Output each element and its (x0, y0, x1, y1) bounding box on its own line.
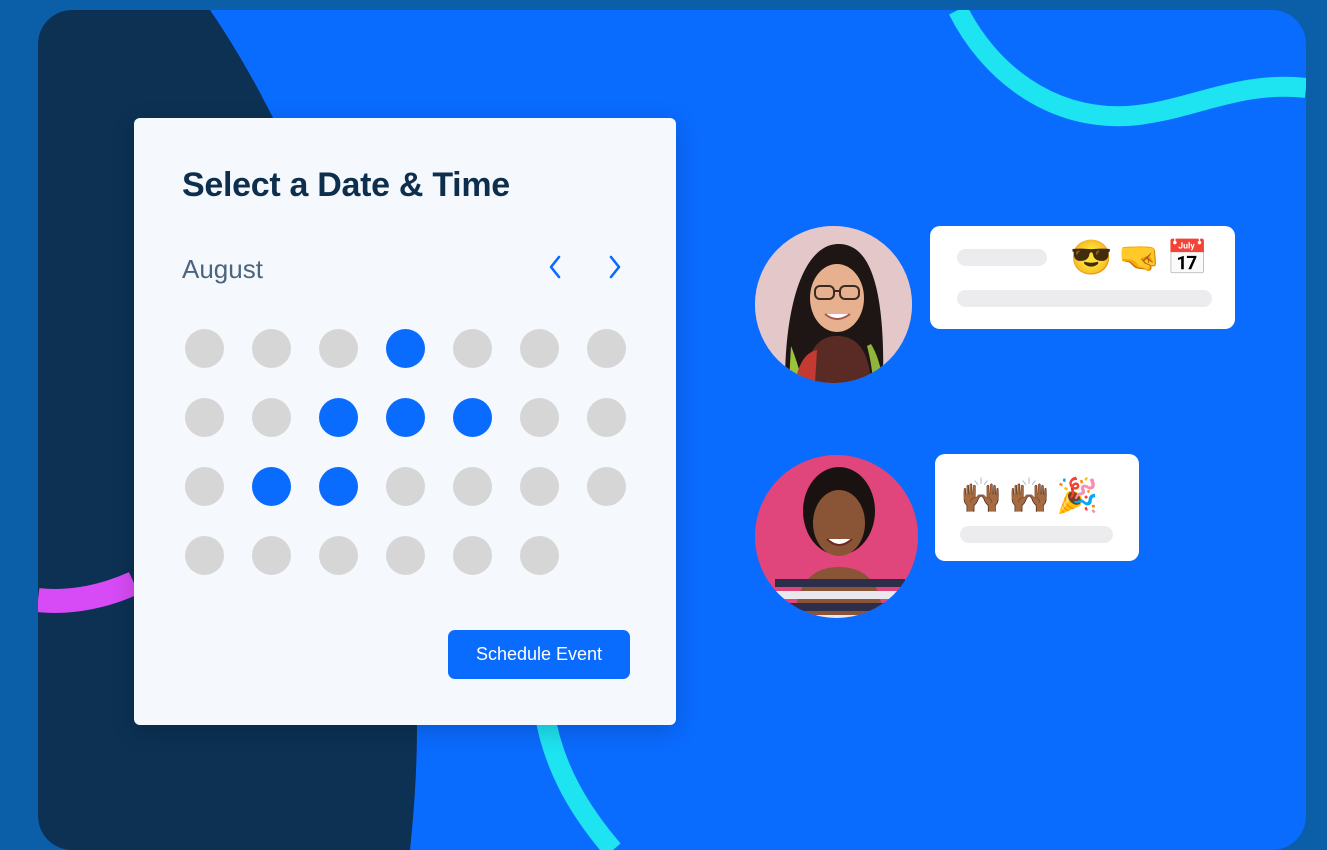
calendar-day-unavailable[interactable] (185, 398, 224, 437)
sunglasses-emoji: 😎 (1070, 239, 1113, 277)
calendar-day-unavailable[interactable] (386, 536, 425, 575)
calendar-day-empty (587, 536, 626, 575)
avatar-user-2 (755, 455, 918, 618)
text-placeholder (960, 526, 1113, 543)
person-portrait-2 (755, 455, 918, 618)
calendar-day-available[interactable] (386, 329, 425, 368)
person-portrait-1 (755, 226, 912, 383)
calendar-day-unavailable[interactable] (453, 467, 492, 506)
schedule-event-button[interactable]: Schedule Event (448, 630, 630, 679)
calendar-day-unavailable[interactable] (587, 467, 626, 506)
calendar-day-unavailable[interactable] (520, 536, 559, 575)
party-popper-emoji: 🎉 (1056, 477, 1099, 515)
calendar-day-available[interactable] (252, 467, 291, 506)
calendar-day-available[interactable] (319, 398, 358, 437)
hero-illustration: Select a Date & Time August Schedule Eve… (38, 10, 1306, 850)
fist-bump-emoji: 🤜 (1118, 239, 1161, 277)
chevron-right-icon (609, 255, 621, 279)
calendar-day-unavailable[interactable] (386, 467, 425, 506)
chat-bubble-2: 🙌🏾 🙌🏾 🎉 (935, 454, 1139, 561)
text-placeholder (957, 290, 1212, 307)
calendar-day-available[interactable] (319, 467, 358, 506)
calendar-day-unavailable[interactable] (252, 398, 291, 437)
calendar-day-unavailable[interactable] (252, 329, 291, 368)
raising-hands-emoji: 🙌🏾 (1008, 477, 1051, 515)
raising-hands-emoji: 🙌🏾 (960, 477, 1003, 515)
calendar-day-available[interactable] (453, 398, 492, 437)
next-month-button[interactable] (600, 250, 630, 284)
calendar-day-unavailable[interactable] (319, 329, 358, 368)
calendar-day-unavailable[interactable] (185, 536, 224, 575)
cyan-wave-bottom (534, 708, 621, 850)
text-placeholder (957, 249, 1047, 266)
month-label: August (182, 254, 263, 284)
calendar-day-unavailable[interactable] (319, 536, 358, 575)
calendar-day-unavailable[interactable] (520, 467, 559, 506)
calendar-day-unavailable[interactable] (252, 536, 291, 575)
chat-bubble-1: 😎 🤜 📅 (930, 226, 1235, 329)
calendar-day-unavailable[interactable] (185, 467, 224, 506)
chevron-left-icon (549, 255, 561, 279)
calendar-day-unavailable[interactable] (453, 329, 492, 368)
calendar-grid (185, 329, 626, 575)
prev-month-button[interactable] (540, 250, 570, 284)
calendar-day-unavailable[interactable] (587, 398, 626, 437)
calendar-day-unavailable[interactable] (520, 398, 559, 437)
calendar-day-unavailable[interactable] (185, 329, 224, 368)
avatar-user-1 (755, 226, 912, 383)
calendar-day-unavailable[interactable] (520, 329, 559, 368)
calendar-day-unavailable[interactable] (453, 536, 492, 575)
calendar-day-available[interactable] (386, 398, 425, 437)
calendar-day-unavailable[interactable] (587, 329, 626, 368)
card-title: Select a Date & Time (182, 166, 510, 204)
scheduling-card: Select a Date & Time August Schedule Eve… (134, 118, 676, 725)
cyan-wave-top (949, 10, 1306, 127)
calendar-emoji: 📅 (1166, 239, 1209, 277)
